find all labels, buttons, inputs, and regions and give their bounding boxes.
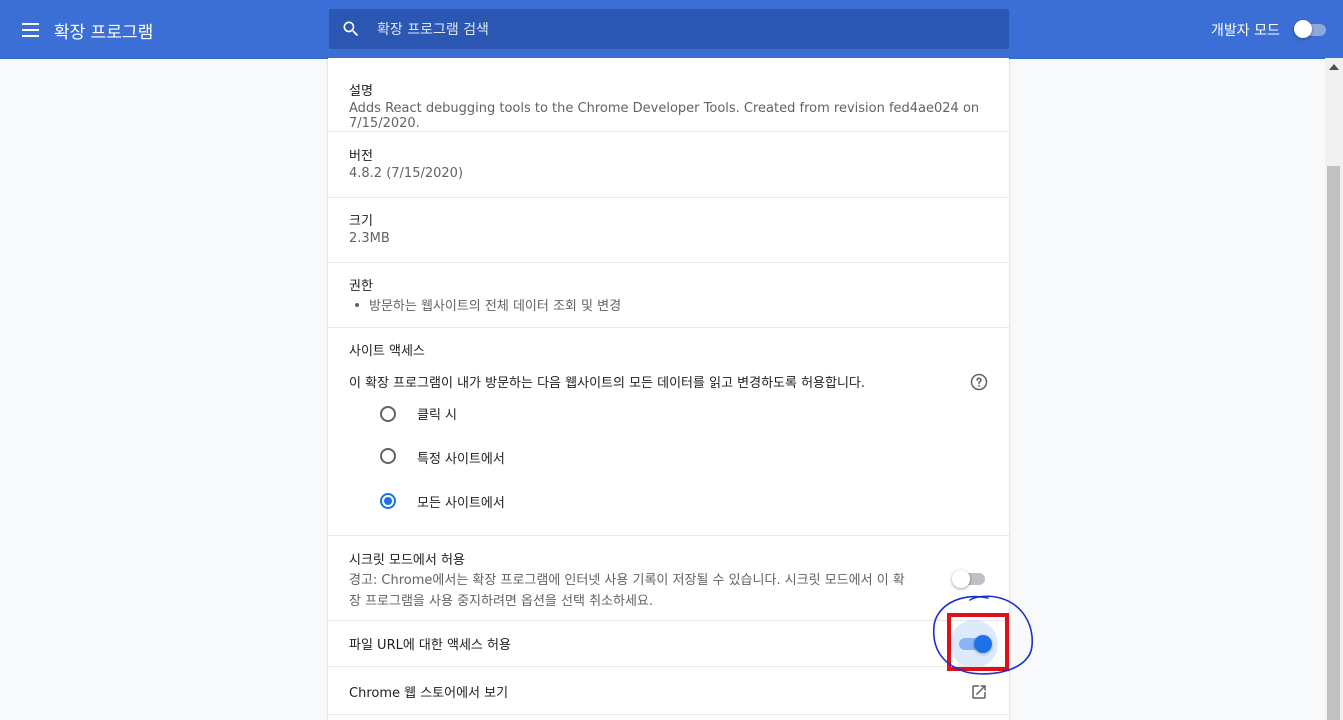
webstore-link[interactable]: Chrome 웹 스토어에서 보기	[349, 682, 508, 701]
file-url-access-toggle[interactable]	[956, 634, 992, 654]
permissions-title: 권한	[349, 279, 373, 294]
toggle-knob	[952, 570, 970, 588]
divider	[328, 620, 1009, 621]
version-text: 4.8.2 (7/15/2020)	[349, 166, 464, 181]
open-in-new-icon[interactable]	[970, 683, 988, 701]
divider	[328, 535, 1009, 536]
scroll-up-arrow-icon[interactable]	[1329, 64, 1339, 70]
radio-all-sites[interactable]	[380, 493, 396, 509]
site-access-description: 이 확장 프로그램이 내가 방문하는 다음 웹사이트의 모든 데이터를 읽고 변…	[349, 376, 866, 391]
scrollbar-thumb[interactable]	[1327, 166, 1340, 720]
site-access-title: 사이트 액세스	[349, 344, 425, 359]
search-input[interactable]	[375, 9, 999, 51]
divider	[328, 197, 1009, 198]
incognito-warning-line-1: 경고: Chrome에서는 확장 프로그램에 인터넷 사용 기록이 저장될 수 …	[349, 573, 905, 588]
permission-item: 방문하는 웹사이트의 전체 데이터 조회 및 변경	[369, 299, 622, 314]
bullet-icon	[355, 303, 359, 307]
radio-label-on-click[interactable]: 클릭 시	[417, 404, 457, 423]
incognito-title: 시크릿 모드에서 허용	[349, 553, 465, 568]
divider	[328, 666, 1009, 667]
incognito-warning-line-2: 장 프로그램을 사용 중지하려면 옵션을 선택 취소하세요.	[349, 594, 654, 609]
search-box[interactable]	[329, 9, 1009, 51]
radio-label-all-sites[interactable]: 모든 사이트에서	[417, 492, 505, 511]
toggle-knob	[974, 635, 992, 653]
help-circle-icon[interactable]	[970, 373, 988, 391]
toggle-knob	[1294, 20, 1312, 38]
developer-mode-toggle[interactable]	[1294, 20, 1328, 38]
extension-detail-card: 설명 Adds React debugging tools to the Chr…	[328, 58, 1009, 720]
top-bar: 확장 프로그램 개발자 모드	[0, 0, 1343, 59]
size-title: 크기	[349, 214, 373, 229]
search-icon	[343, 21, 359, 37]
page-title: 확장 프로그램	[54, 23, 154, 43]
incognito-toggle[interactable]	[952, 569, 988, 589]
description-text: Adds React debugging tools to the Chrome…	[349, 101, 980, 131]
description-title: 설명	[349, 84, 373, 99]
divider	[328, 327, 1009, 328]
radio-specific-sites[interactable]	[380, 448, 396, 464]
hamburger-menu-icon[interactable]	[20, 19, 42, 39]
developer-mode-label: 개발자 모드	[1211, 23, 1280, 39]
version-title: 버전	[349, 149, 373, 164]
file-url-access-title: 파일 URL에 대한 액세스 허용	[349, 638, 511, 653]
divider	[328, 714, 1009, 715]
radio-label-specific-sites[interactable]: 특정 사이트에서	[417, 448, 505, 467]
size-text: 2.3MB	[349, 231, 390, 246]
divider	[328, 131, 1009, 132]
divider	[328, 262, 1009, 263]
radio-on-click[interactable]	[380, 406, 396, 422]
